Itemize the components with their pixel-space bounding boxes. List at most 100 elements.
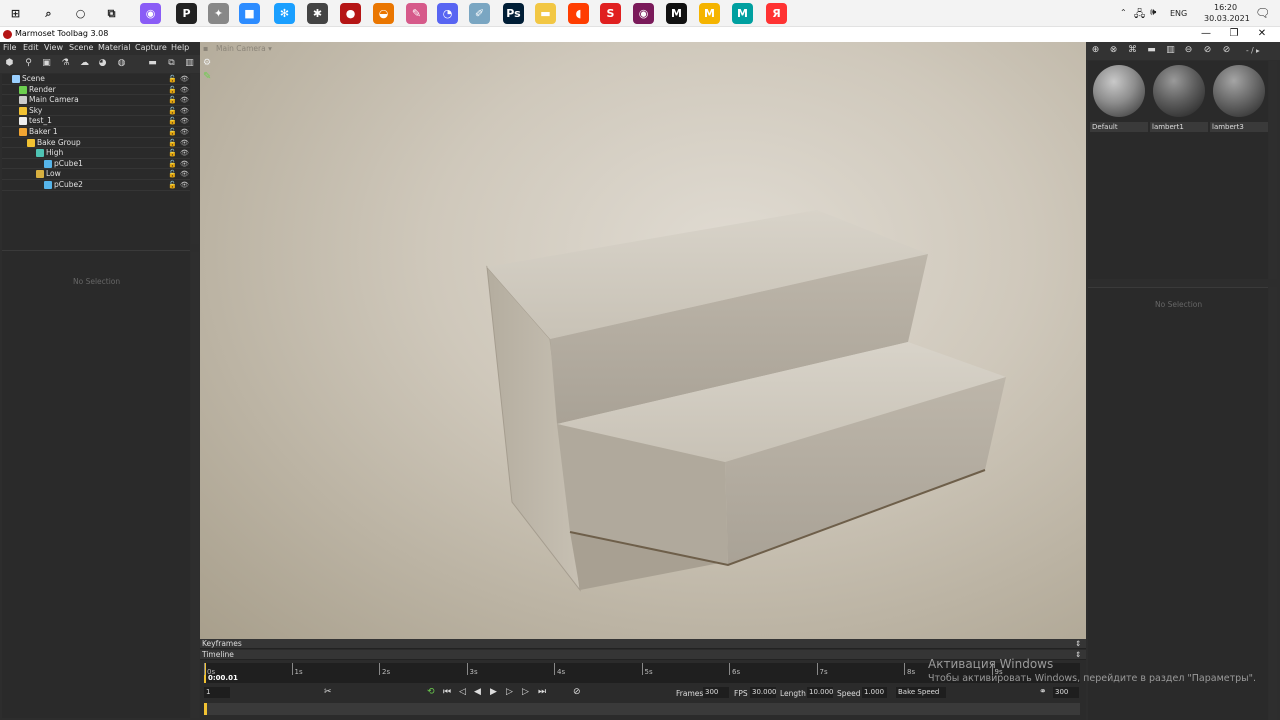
menu-material[interactable]: Material <box>98 43 131 52</box>
expand-icon[interactable]: ⇕ <box>1075 650 1081 659</box>
add-object-icon[interactable]: ⬢ <box>4 58 15 69</box>
app-icon[interactable]: M <box>666 3 687 24</box>
new-folder-icon[interactable]: ▬ <box>147 58 158 69</box>
close-button[interactable]: ✕ <box>1248 27 1276 42</box>
outliner-item[interactable]: Sky 🔓 👁 <box>2 106 190 117</box>
language-indicator[interactable]: ENG <box>1170 9 1187 18</box>
visibility-icon[interactable]: 👁 <box>180 86 189 94</box>
length-field[interactable]: 10.000 <box>807 687 834 698</box>
stairs-model[interactable] <box>200 42 1086 639</box>
zbrush-icon[interactable]: ✱ <box>307 3 328 24</box>
menu-view[interactable]: View <box>44 43 63 52</box>
visibility-icon[interactable]: 👁 <box>180 128 189 136</box>
discord-icon[interactable]: ◔ <box>437 3 458 24</box>
duplicate-icon[interactable]: ⧉ <box>166 58 177 69</box>
windows-start-icon[interactable]: ⊞ <box>5 3 26 24</box>
clock-time[interactable]: 16:20 <box>1214 3 1237 12</box>
menu-scene[interactable]: Scene <box>69 43 93 52</box>
record-icon[interactable]: ⊘ <box>573 687 581 698</box>
visibility-icon[interactable]: 👁 <box>180 96 189 104</box>
volume-icon[interactable]: 🕪 <box>1150 7 1156 18</box>
lock-icon[interactable]: 🔓 <box>168 75 177 83</box>
yandex-browser-icon[interactable]: Я <box>766 3 787 24</box>
material-counter[interactable]: - / ▸ <box>1246 46 1260 55</box>
speed-field[interactable]: 1.000 <box>862 687 887 698</box>
chevron-up-icon[interactable]: ⌃ <box>1120 8 1127 17</box>
zoom-icon[interactable]: ■ <box>239 3 260 24</box>
next-frame-icon[interactable]: ▷ <box>506 687 513 698</box>
play-icon[interactable]: ▶ <box>490 687 497 698</box>
outliner-item[interactable]: Bake Group 🔓 👁 <box>2 138 190 149</box>
network-icon[interactable]: 🖧 <box>1134 7 1145 24</box>
fps-field[interactable]: 30.000 <box>750 687 777 698</box>
visibility-icon[interactable]: 👁 <box>180 139 189 147</box>
timeline-scrollbar[interactable] <box>204 703 1080 715</box>
expand-icon[interactable]: ⇕ <box>1075 639 1081 648</box>
material-edit-icon[interactable]: ⊘ <box>1221 45 1232 56</box>
outliner-item[interactable]: Render 🔓 👁 <box>2 85 190 96</box>
visibility-icon[interactable]: 👁 <box>180 149 189 157</box>
lock-icon[interactable]: 🔓 <box>168 107 177 115</box>
menu-help[interactable]: Help <box>171 43 189 52</box>
current-frame-field[interactable]: 1 <box>204 687 230 698</box>
app-icon[interactable]: ✎ <box>406 3 427 24</box>
cortana-icon[interactable]: ○ <box>70 3 91 24</box>
pinterest-icon[interactable]: P <box>176 3 197 24</box>
menu-file[interactable]: File <box>3 43 16 52</box>
task-view-icon[interactable]: ⧉ <box>101 3 122 24</box>
lock-icon[interactable]: 🔓 <box>168 149 177 157</box>
outliner-item[interactable]: pCube1 🔓 👁 <box>2 159 190 170</box>
outliner-item[interactable]: Baker 1 🔓 👁 <box>2 127 190 138</box>
delete-material-icon[interactable]: ▥ <box>1165 45 1176 56</box>
outliner-item[interactable]: test_1 🔓 👁 <box>2 116 190 127</box>
lock-icon[interactable]: 🔓 <box>168 117 177 125</box>
material-swatch[interactable]: lambert1 <box>1150 65 1208 133</box>
app-icon[interactable]: M <box>699 3 720 24</box>
lock-icon[interactable]: 🔓 <box>168 128 177 136</box>
visibility-icon[interactable]: 👁 <box>180 170 189 178</box>
visibility-icon[interactable]: 👁 <box>180 160 189 168</box>
lock-icon[interactable]: 🔓 <box>168 139 177 147</box>
outliner-scrollbar[interactable] <box>191 74 199 244</box>
add-camera-icon[interactable]: ▣ <box>41 58 52 69</box>
lock-icon[interactable]: 🔓 <box>168 86 177 94</box>
minimize-button[interactable]: — <box>1192 27 1220 42</box>
app-icon[interactable]: ◉ <box>633 3 654 24</box>
blender-icon[interactable]: ◒ <box>373 3 394 24</box>
bake-speed-button[interactable]: Bake Speed <box>896 687 946 698</box>
menu-edit[interactable]: Edit <box>23 43 39 52</box>
visibility-icon[interactable]: 👁 <box>180 75 189 83</box>
app-icon[interactable]: ✦ <box>208 3 229 24</box>
add-baker-icon[interactable]: ⚗ <box>60 58 71 69</box>
material-picker-icon[interactable]: ⌘ <box>1127 45 1138 56</box>
lock-icon[interactable]: 🔓 <box>168 160 177 168</box>
visibility-icon[interactable]: 👁 <box>180 107 189 115</box>
material-folder-icon[interactable]: ▬ <box>1146 45 1157 56</box>
add-material-icon[interactable]: ⊕ <box>1090 45 1101 56</box>
add-light-icon[interactable]: ⚲ <box>23 58 34 69</box>
outliner-item[interactable]: Scene 🔓 👁 <box>2 74 190 85</box>
3d-viewport[interactable]: ▪ Main Camera ▾ ⚙ ✎ <box>200 42 1086 639</box>
app-icon[interactable]: M <box>732 3 753 24</box>
delete-icon[interactable]: ▥ <box>184 58 195 69</box>
material-library-icon[interactable]: ⊘ <box>1202 45 1213 56</box>
alice-icon[interactable]: ◉ <box>140 3 161 24</box>
skip-to-start-icon[interactable]: ⏮ <box>443 687 451 698</box>
material-swatch[interactable]: Default <box>1090 65 1148 133</box>
search-icon[interactable]: ⌕ <box>38 3 59 24</box>
app-icon[interactable]: ✐ <box>469 3 490 24</box>
material-scrollbar[interactable] <box>1269 61 1277 279</box>
file-explorer-icon[interactable]: ▬ <box>535 3 556 24</box>
scroll-handle[interactable] <box>204 703 207 715</box>
outliner-item[interactable]: Main Camera 🔓 👁 <box>2 95 190 106</box>
prev-key-icon[interactable]: ◁ <box>459 687 466 698</box>
keyframes-header[interactable]: Keyframes ⇕ <box>200 639 1086 649</box>
material-swatch[interactable]: lambert3 <box>1210 65 1268 133</box>
skip-to-end-icon[interactable]: ⏭ <box>538 687 546 698</box>
visibility-icon[interactable]: 👁 <box>180 181 189 189</box>
duplicate-material-icon[interactable]: ⊗ <box>1108 45 1119 56</box>
frames-field[interactable]: 300 <box>703 687 729 698</box>
visibility-icon[interactable]: 👁 <box>180 117 189 125</box>
clock-date[interactable]: 30.03.2021 <box>1204 14 1250 23</box>
app-icon[interactable]: ✻ <box>274 3 295 24</box>
